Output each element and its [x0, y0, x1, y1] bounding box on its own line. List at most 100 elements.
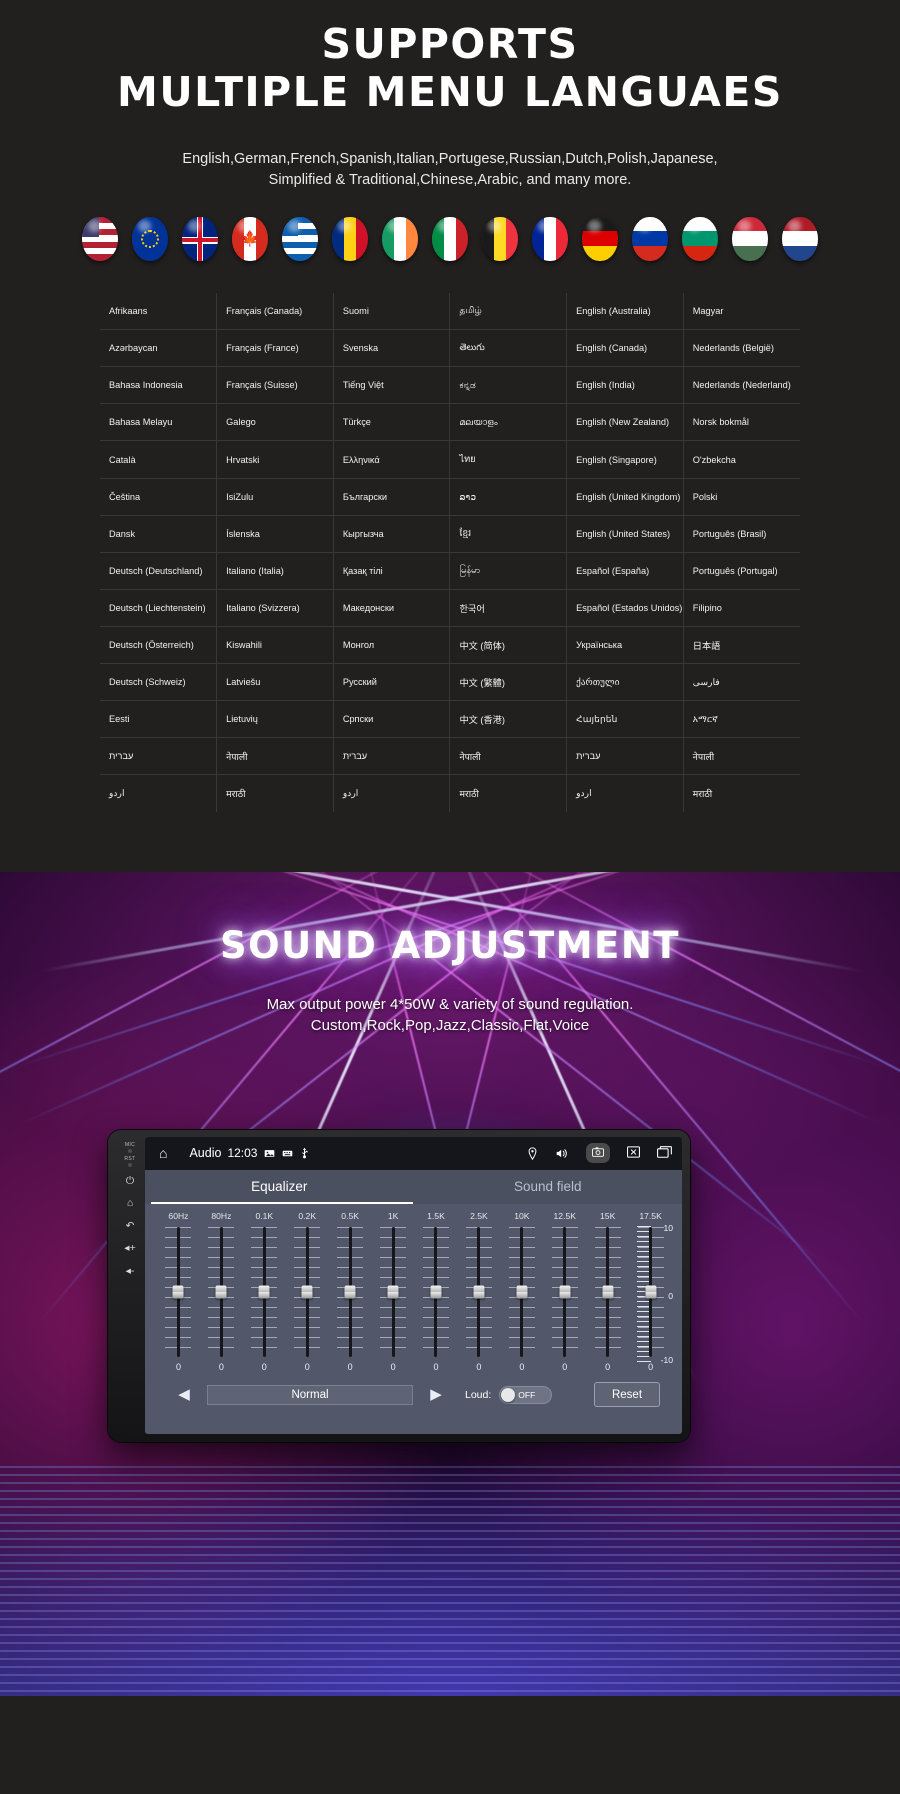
flag-bulgaria [682, 216, 718, 261]
audio-tabs: Equalizer Sound field [145, 1169, 683, 1204]
neon-floor [0, 1465, 900, 1696]
frequency-label: 1.5K [427, 1210, 445, 1221]
slider-knob[interactable] [602, 1285, 614, 1299]
slider-knob[interactable] [387, 1285, 399, 1299]
language-cell: O'zbekcha [683, 440, 800, 479]
language-cell: తెలుగు [449, 329, 568, 367]
language-cell: Tiếng Việt [333, 366, 451, 404]
close-icon[interactable] [627, 1146, 640, 1161]
table-row: Deutsch (Schweiz) Latviešu Русский 中文 (繁體) ქ… [100, 663, 800, 701]
reset-button[interactable]: Reset [594, 1382, 660, 1408]
status-mini-icons [264, 1147, 309, 1159]
language-cell: 中文 (简体) [449, 626, 568, 664]
flag-netherlands [782, 216, 818, 261]
language-cell: Français (Canada) [216, 292, 334, 330]
volume-up-icon[interactable]: ◂+ [124, 1243, 135, 1254]
language-cell: मराठी [216, 774, 334, 812]
picture-icon [265, 1149, 275, 1157]
back-button-icon[interactable]: ↶ [126, 1221, 135, 1232]
tab-equalizer[interactable]: Equalizer [145, 1179, 414, 1194]
eq-band-value: 0 [347, 1361, 353, 1372]
power-icon[interactable]: ⏻ [126, 1176, 134, 1187]
slider-knob[interactable] [516, 1285, 528, 1299]
language-cell: Suomi [333, 292, 451, 330]
eq-band-value: 0 [476, 1361, 482, 1372]
slider-knob[interactable] [645, 1285, 657, 1299]
slider-knob[interactable] [559, 1285, 571, 1299]
language-cell: Lietuvių [216, 700, 334, 738]
language-cell: ລາວ [449, 478, 568, 516]
eq-band-slider[interactable] [586, 1226, 629, 1357]
table-row: Eesti Lietuvių Српски 中文 (香港) Հայերեն አማርኛ [100, 700, 800, 738]
language-cell: Magyar [692, 305, 724, 316]
language-cell: नेपाली [683, 737, 800, 775]
language-cell: Latviešu [216, 663, 334, 701]
mic-label: MIC [124, 1141, 136, 1148]
eq-band-slider[interactable] [200, 1226, 243, 1357]
language-cell: English (India) [566, 366, 684, 404]
frequency-label: 0.1K [255, 1210, 274, 1221]
previous-preset-button[interactable]: ◀ [169, 1384, 199, 1406]
slider-knob[interactable] [301, 1285, 313, 1299]
preset-name-display[interactable]: Normal [207, 1384, 413, 1405]
eq-band-slider[interactable] [543, 1226, 586, 1357]
mic-hole-icon [128, 1148, 132, 1153]
language-cell: Հայերեն [566, 700, 684, 738]
frequency-label: 15K [600, 1210, 616, 1221]
language-cell: ไทย [449, 440, 568, 479]
language-cell: Français (France) [216, 329, 334, 367]
language-cell: Deutsch (Deutschland) [100, 552, 218, 590]
frequency-label: 0.5K [341, 1210, 359, 1221]
eq-band-slider[interactable] [500, 1226, 543, 1357]
eq-band-slider[interactable] [415, 1226, 458, 1357]
language-cell: Čeština [100, 478, 218, 516]
home-button-icon[interactable]: ⌂ [127, 1198, 133, 1209]
volume-down-icon[interactable]: ◂- [126, 1266, 135, 1277]
home-icon[interactable]: ⌂ [159, 1146, 167, 1160]
language-cell: 中文 (繁體) [449, 663, 568, 701]
slider-knob[interactable] [172, 1285, 184, 1299]
language-cell: മലയാളം [449, 403, 568, 441]
eq-band-slider[interactable] [286, 1226, 329, 1357]
language-cell: Српски [333, 700, 451, 738]
sound-section-title: SOUND ADJUSTMENT [219, 923, 681, 967]
flag-russia [632, 216, 668, 261]
eq-band-slider[interactable] [243, 1226, 286, 1357]
recents-icon[interactable] [657, 1145, 672, 1161]
slider-knob[interactable] [258, 1285, 270, 1299]
language-cell: Italiano (Italia) [216, 552, 334, 590]
next-preset-button[interactable]: ▶ [421, 1384, 451, 1406]
language-cell: English (New Zealand) [566, 403, 684, 441]
frequency-label: 0.2K [298, 1210, 317, 1221]
eq-band-slider[interactable] [457, 1226, 500, 1357]
loudness-toggle[interactable]: OFF [499, 1385, 553, 1404]
rst-label: RST [124, 1155, 136, 1162]
equalizer-panel: 60Hz 80Hz 0.1K 0.2K 0.5K 1K 1.5K 2.5K 10K 12.5K 15… [145, 1203, 682, 1434]
flag-france [532, 216, 568, 261]
eq-band-value: 0 [218, 1361, 224, 1372]
language-cell: Монгол [333, 626, 451, 664]
language-cell: Deutsch (Österreich) [100, 626, 218, 664]
location-icon[interactable] [527, 1146, 538, 1160]
language-cell: Deutsch (Schweiz) [100, 663, 218, 701]
table-row: Afrikaans Français (Canada) Suomi தமிழ் Engl… [100, 292, 800, 330]
slider-knob[interactable] [344, 1285, 356, 1299]
eq-band-value: 0 [562, 1361, 568, 1372]
language-cell: ქართული [566, 663, 684, 701]
gain-meter-top-label: 10 [663, 1222, 673, 1233]
slider-knob[interactable] [430, 1285, 442, 1299]
eq-band-slider[interactable] [329, 1226, 372, 1357]
tab-sound-field[interactable]: Sound field [414, 1179, 683, 1194]
language-cell: नेपाली [216, 737, 334, 775]
gain-meter-mid-label: 0 [668, 1290, 673, 1301]
frequency-label: 2.5K [470, 1210, 488, 1221]
eq-band-slider[interactable] [157, 1226, 200, 1357]
language-cell: Deutsch (Liechtenstein) [100, 589, 218, 627]
slider-knob[interactable] [215, 1285, 227, 1299]
volume-icon[interactable] [555, 1147, 569, 1160]
screenshot-icon[interactable] [586, 1142, 610, 1164]
language-cell: Italiano (Svizzera) [216, 589, 334, 627]
slider-knob[interactable] [473, 1285, 485, 1299]
eq-band-slider[interactable] [372, 1226, 415, 1357]
eq-band-value: 0 [304, 1361, 310, 1372]
